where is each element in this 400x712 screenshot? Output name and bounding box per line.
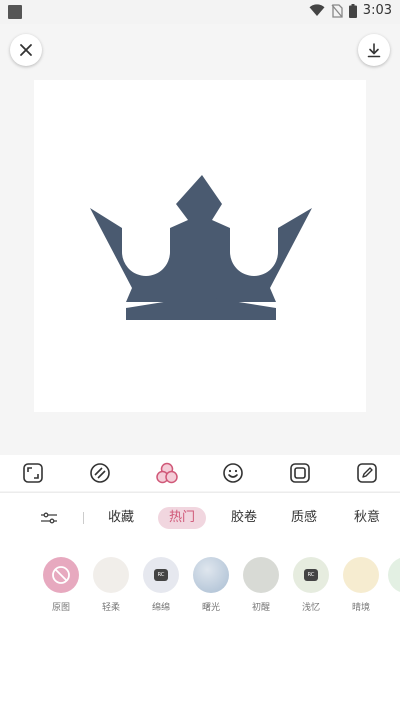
filter-original[interactable]: 原图 [41,557,81,613]
download-icon [367,43,381,58]
adjust-button[interactable] [38,508,60,528]
filter-swatch [43,557,79,593]
category-film[interactable]: 胶卷 [231,507,257,529]
filter-label: 初醒 [251,603,270,613]
filter-circles-icon [155,462,178,484]
filter-category-bar: 收藏 热门 胶卷 质感 秋意 [0,503,400,533]
crop-icon [23,463,44,483]
category-autumn[interactable]: 秋意 [354,507,380,529]
premium-badge-icon: RC [304,569,318,581]
download-button[interactable] [358,34,390,66]
filter-partial[interactable] [388,557,400,593]
category-separator [83,512,84,524]
filter-panel: 收藏 热门 胶卷 质感 秋意 原图 轻柔 RC 绵绵 曙光 初醒 RC 浅忆 晴… [0,493,400,712]
frame-icon [290,463,310,483]
filter-mianmian[interactable]: RC 绵绵 [141,557,181,613]
filter-label: 原图 [51,603,70,613]
smiley-icon [223,463,244,483]
filter-swatch [388,557,400,593]
filter-swatch [343,557,379,593]
photo-canvas[interactable] [34,80,366,412]
filter-soft[interactable]: 轻柔 [91,557,131,613]
filter-sunny[interactable]: 晴境 [341,557,381,613]
battery-icon [348,3,357,18]
close-icon [20,44,32,56]
edit-toolbar [0,455,400,491]
filter-swatch [243,557,279,593]
filter-swatch: RC [293,557,329,593]
none-icon [52,566,70,584]
filter-label: 曙光 [201,603,220,613]
filter-label: 晴境 [351,603,370,613]
filter-swatch [93,557,129,593]
filter-memory[interactable]: RC 浅忆 [291,557,331,613]
filter-label: 绵绵 [151,603,170,613]
no-sim-icon [331,3,343,18]
wifi-icon [309,4,325,16]
filter-list: 原图 轻柔 RC 绵绵 曙光 初醒 RC 浅忆 晴境 [0,557,400,627]
category-popular[interactable]: 热门 [158,507,207,529]
filter-swatch [193,557,229,593]
stripes-icon [90,463,110,483]
filter-awake[interactable]: 初醒 [241,557,281,613]
premium-badge-icon: RC [154,569,168,581]
sliders-icon [41,512,57,524]
status-bar: 3:03 [0,0,400,24]
close-button[interactable] [10,34,42,66]
filter-swatch: RC [143,557,179,593]
filter-label: 轻柔 [101,603,120,613]
category-favorites[interactable]: 收藏 [108,507,134,529]
category-texture[interactable]: 质感 [291,507,317,529]
crown-image [90,175,312,320]
status-time: 3:03 [362,3,392,18]
crop-tool[interactable] [13,455,53,491]
filter-dawn[interactable]: 曙光 [191,557,231,613]
notification-icon [8,5,22,19]
filter-label: 浅忆 [301,603,320,613]
texture-tool[interactable] [80,455,120,491]
pencil-icon [356,463,377,483]
frame-tool[interactable] [280,455,320,491]
draw-tool[interactable] [347,455,387,491]
sticker-tool[interactable] [213,455,253,491]
filter-tool[interactable] [147,455,187,491]
